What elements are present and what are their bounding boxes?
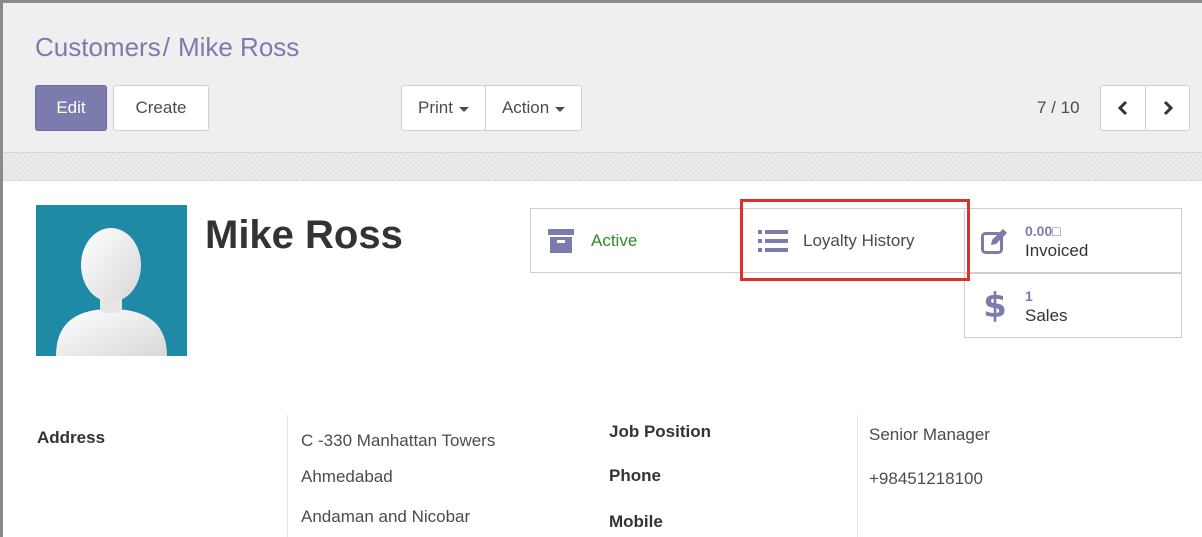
sales-count: 1 [1025, 287, 1033, 304]
pager-previous-button[interactable] [1101, 86, 1145, 130]
print-label: Print [418, 98, 453, 117]
control-panel: Customers/Mike Ross Edit Create Print Ac… [3, 3, 1202, 153]
mobile-label: Mobile [609, 512, 663, 531]
print-dropdown-button[interactable]: Print [402, 86, 485, 130]
address-city[interactable]: Ahmedabad [301, 467, 393, 487]
job-position-value[interactable]: Senior Manager [869, 425, 990, 445]
dollar-icon: $ [983, 285, 1007, 326]
pager-buttons [1100, 85, 1190, 131]
phone-label: Phone [609, 466, 661, 485]
pager-value[interactable]: 7 / 10 [1037, 85, 1080, 131]
action-label: Action [501, 98, 550, 117]
address-state[interactable]: Andaman and Nicobar [301, 507, 470, 527]
phone-value[interactable]: +98451218100 [869, 469, 983, 489]
job-position-label: Job Position [609, 422, 711, 441]
loyalty-history-label: Loyalty History [803, 230, 915, 250]
sales-button[interactable]: $ 1 Sales [964, 273, 1182, 338]
list-icon [743, 229, 803, 253]
sales-label: Sales [1025, 305, 1068, 325]
divider [857, 415, 858, 537]
divider [287, 415, 288, 537]
chevron-left-icon [1117, 100, 1128, 116]
partner-name: Mike Ross [205, 213, 403, 257]
sidebar-button-group: Print Action [401, 85, 583, 131]
form-view: Customers/Mike Ross Edit Create Print Ac… [0, 0, 1202, 537]
active-label: Active [591, 230, 638, 250]
archive-icon [531, 228, 591, 253]
breadcrumb-separator: / [162, 32, 170, 62]
chevron-right-icon [1163, 100, 1173, 116]
caret-down-icon [555, 106, 566, 112]
invoiced-button[interactable]: 0.00□ Invoiced [964, 208, 1182, 273]
active-toggle-button[interactable]: Active [530, 208, 742, 273]
pencil-square-icon [965, 228, 1025, 254]
invoiced-label: Invoiced [1025, 240, 1089, 260]
invoiced-value: 0.00□ [1025, 222, 1061, 239]
pager-next-button[interactable] [1145, 86, 1189, 130]
action-dropdown-button[interactable]: Action [484, 86, 581, 130]
breadcrumb: Customers/Mike Ross [35, 31, 299, 63]
sheet-background [3, 153, 1202, 181]
breadcrumb-customers-link[interactable]: Customers [35, 32, 161, 62]
create-button[interactable]: Create [113, 85, 209, 131]
caret-down-icon [458, 106, 469, 112]
loyalty-history-button[interactable]: Loyalty History [742, 208, 966, 273]
avatar[interactable] [36, 205, 187, 356]
person-placeholder-icon [56, 228, 167, 356]
edit-button[interactable]: Edit [35, 85, 107, 131]
address-label: Address [37, 428, 106, 447]
breadcrumb-current: Mike Ross [177, 32, 300, 62]
address-street[interactable]: C -330 Manhattan Towers [301, 431, 495, 451]
